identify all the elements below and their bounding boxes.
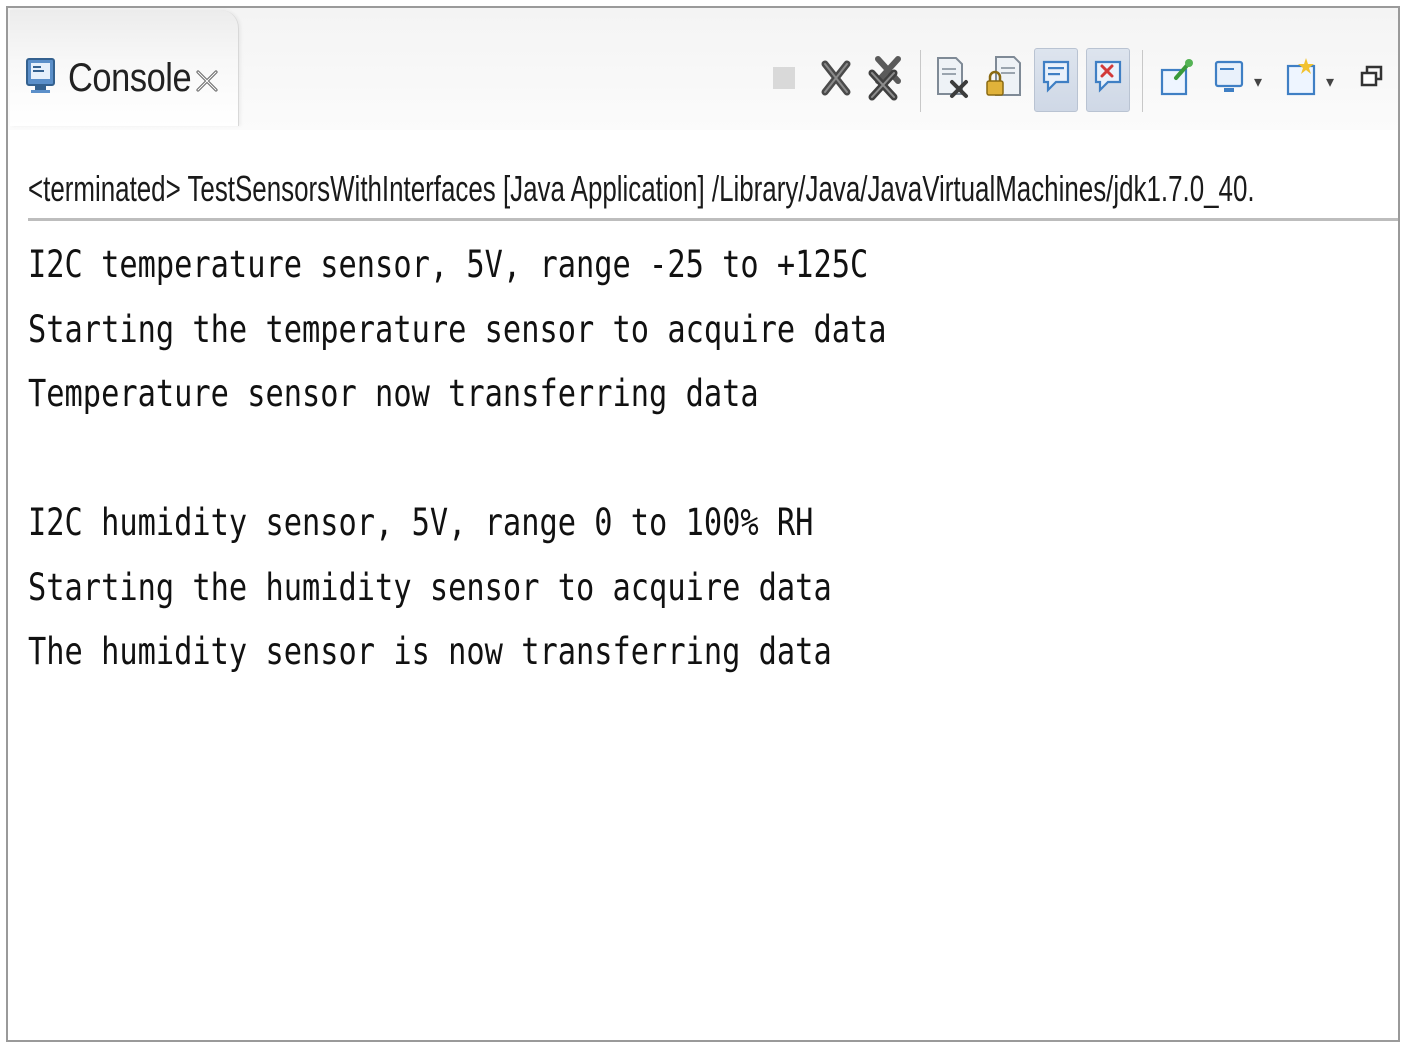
minimize-view-icon: [1358, 63, 1386, 98]
console-view: Console ▾ ▾ <terminated> TestSensorsWith…: [6, 6, 1400, 1042]
process-description: <terminated> TestSensorsWithInterfaces […: [28, 168, 1398, 221]
open-console-button[interactable]: [1280, 48, 1324, 112]
remove-all-terminated-button[interactable]: [864, 48, 908, 112]
remove-all-terminated-icon: [866, 55, 906, 106]
scroll-lock-icon: [984, 55, 1024, 106]
scroll-lock-button[interactable]: [982, 48, 1026, 112]
clear-console-button[interactable]: [930, 48, 974, 112]
close-tab-icon[interactable]: [194, 68, 220, 94]
chevron-down-icon[interactable]: ▾: [1254, 72, 1266, 92]
remove-launch-button[interactable]: [814, 48, 858, 112]
terminate-icon: [769, 63, 799, 98]
remove-launch-icon: [819, 58, 853, 103]
output-line: I2C humidity sensor, 5V, range 0 to 100%…: [28, 501, 814, 544]
pin-console-icon: [1158, 56, 1194, 105]
toolbar-separator: [920, 50, 921, 112]
output-line: I2C temperature sensor, 5V, range -25 to…: [28, 243, 869, 286]
output-line: Starting the temperature sensor to acqui…: [28, 307, 887, 351]
display-selected-console-button[interactable]: [1208, 48, 1252, 112]
process-label: <terminated> TestSensorsWithInterfaces […: [28, 168, 1255, 209]
terminate-button[interactable]: [762, 48, 806, 112]
console-output[interactable]: I2C temperature sensor, 5V, range -25 to…: [28, 233, 1398, 685]
output-line: Temperature sensor now transferring data: [28, 372, 759, 415]
display-selected-console-icon: [1212, 56, 1248, 105]
chevron-down-icon[interactable]: ▾: [1326, 72, 1338, 92]
show-console-on-stdout-icon: [1038, 56, 1074, 105]
console-toolbar: ▾ ▾: [758, 38, 1398, 128]
show-console-on-stderr-icon: [1090, 56, 1126, 105]
output-line: Starting the humidity sensor to acquire …: [28, 565, 832, 609]
console-monitor-icon: [26, 56, 56, 96]
output-line: The humidity sensor is now transferring …: [28, 630, 832, 673]
console-tab[interactable]: Console: [10, 10, 239, 126]
show-on-stderr-toggle[interactable]: [1086, 48, 1130, 112]
open-console-icon: [1284, 56, 1320, 105]
show-on-stdout-toggle[interactable]: [1034, 48, 1078, 112]
minimize-view-button[interactable]: [1350, 48, 1394, 112]
pin-console-button[interactable]: [1154, 48, 1198, 112]
toolbar-separator: [1142, 50, 1143, 112]
view-tab-bar: Console ▾ ▾: [8, 8, 1398, 130]
console-tab-label: Console: [68, 56, 192, 100]
clear-console-icon: [934, 56, 970, 105]
